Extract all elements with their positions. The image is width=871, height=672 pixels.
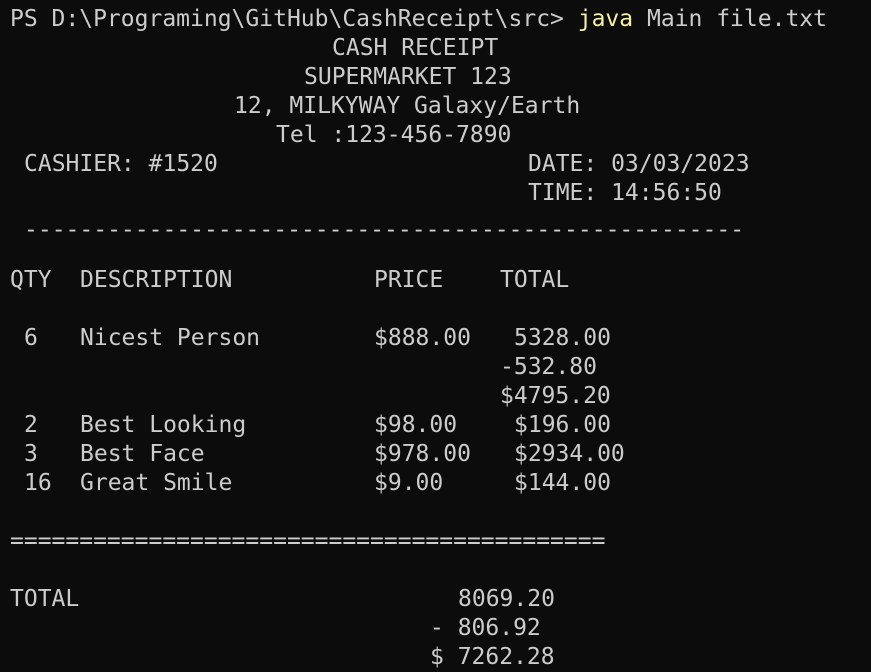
dash-separator: ----------------------------------------… xyxy=(24,217,745,243)
double-separator: ========================================… xyxy=(10,528,606,554)
header-description: DESCRIPTION xyxy=(80,267,233,293)
item-total: $196.00 xyxy=(514,412,611,438)
item-total: $144.00 xyxy=(514,470,611,496)
item-total: $2934.00 xyxy=(514,441,625,467)
store-address: 12, MILKYWAY Galaxy/Earth xyxy=(234,93,581,119)
receipt-time: TIME: 14:56:50 xyxy=(528,180,722,206)
command-line: PS D:\Programing\GitHub\CashReceipt\src>… xyxy=(10,5,827,34)
cashier-number: CASHIER: #1520 xyxy=(24,151,218,177)
total-value: 8069.20 xyxy=(458,586,555,612)
item-qty: 2 xyxy=(24,412,38,438)
store-name: SUPERMARKET 123 xyxy=(304,64,512,90)
item-discount: -532.80 xyxy=(500,354,597,380)
item-price: $888.00 xyxy=(374,325,471,351)
store-phone: Tel :123-456-7890 xyxy=(276,122,512,148)
command-text: java xyxy=(577,6,634,32)
item-description: Great Smile xyxy=(80,470,233,496)
item-price: $978.00 xyxy=(374,441,471,467)
header-qty: QTY xyxy=(10,267,52,293)
item-price: $98.00 xyxy=(374,412,458,438)
item-after-discount: $4795.20 xyxy=(500,383,611,409)
command-args: Main file.txt xyxy=(633,6,827,32)
header-price: PRICE xyxy=(374,267,444,293)
prompt-text: PS D:\Programing\GitHub\CashReceipt\src> xyxy=(10,6,578,32)
item-description: Best Looking xyxy=(80,412,247,438)
item-qty: 6 xyxy=(24,325,38,351)
item-price: $9.00 xyxy=(374,470,444,496)
receipt-title: CASH RECEIPT xyxy=(332,35,499,61)
item-description: Best Face xyxy=(80,441,205,467)
terminal-window[interactable]: PS D:\Programing\GitHub\CashReceipt\src>… xyxy=(0,0,871,672)
total-discount: - 806.92 xyxy=(430,615,541,641)
header-total: TOTAL xyxy=(500,267,570,293)
item-qty: 3 xyxy=(24,441,38,467)
item-description: Nicest Person xyxy=(80,325,261,351)
total-label: TOTAL xyxy=(10,586,80,612)
item-qty: 16 xyxy=(24,470,52,496)
item-total: 5328.00 xyxy=(514,325,611,351)
total-final: $ 7262.28 xyxy=(430,644,555,670)
receipt-date: DATE: 03/03/2023 xyxy=(528,151,750,177)
